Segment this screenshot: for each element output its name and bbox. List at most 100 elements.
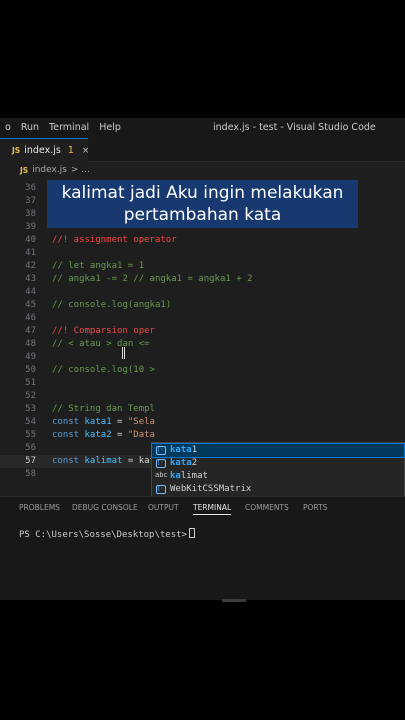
variable-token: kata2 <box>84 430 112 440</box>
code-line[interactable]: 51 <box>0 377 405 390</box>
line-number: 38 <box>25 209 36 219</box>
window-title: index.js - test - Visual Studio Code <box>213 122 376 133</box>
line-number: 57 <box>25 456 36 466</box>
close-icon[interactable]: × <box>82 146 90 156</box>
suggestion-label: WebKitCSSMatrix <box>170 483 251 496</box>
code-text: const kalimat = kat <box>52 455 155 468</box>
keyword-token: const <box>52 430 80 440</box>
caption-line-1: kalimat jadi Aku ingin melakukan <box>61 183 344 203</box>
text-word-icon: abc <box>155 471 168 479</box>
code-line[interactable]: 55 const kata2 = "Data <box>0 429 405 442</box>
string-token: "Data <box>127 430 155 440</box>
keyword-token: const <box>52 417 80 427</box>
line-number: 37 <box>25 196 36 206</box>
code-line[interactable]: 40 //! assignment operator <box>0 234 405 247</box>
tab-debug-console[interactable]: DEBUG CONSOLE <box>72 503 138 512</box>
suggestion-text: WebKitCSSMatrix <box>170 484 252 494</box>
suggestion-item[interactable]: [◦] kata2 <box>152 457 404 470</box>
line-number: 36 <box>25 183 36 193</box>
code-line[interactable]: 52 <box>0 390 405 403</box>
suggestion-rest: limat <box>180 471 208 481</box>
line-number: 40 <box>25 235 36 245</box>
menu-item-run[interactable]: Run <box>16 118 44 138</box>
string-token: "Sela <box>127 417 155 427</box>
terminal[interactable]: PS C:\Users\Sosse\Desktop\test> <box>19 528 195 540</box>
problem-count-badge: 1 <box>67 145 74 156</box>
code-line[interactable]: 44 <box>0 286 405 299</box>
line-number: 58 <box>25 469 36 479</box>
text-cursor-icon <box>122 347 125 359</box>
video-caption: kalimat jadi Aku ingin melakukan pertamb… <box>47 180 358 228</box>
code-line[interactable]: 42 // let angka1 = 1 <box>0 260 405 273</box>
code-text: // console.log(angka1) <box>52 299 171 312</box>
code-line[interactable]: 48 // < atau > dan <= <box>0 338 405 351</box>
code-text: //! assignment operator <box>52 234 177 247</box>
variable-icon: [◦] <box>156 459 167 468</box>
code-line[interactable]: 53 // String dan Templ <box>0 403 405 416</box>
comment-token: // < atau > dan <= <box>52 339 150 349</box>
match-highlight: kata <box>170 458 192 468</box>
comment-token: // console.log(10 > <box>52 365 155 375</box>
line-number: 49 <box>25 352 36 362</box>
code-line[interactable]: 50 // console.log(10 > <box>0 364 405 377</box>
breadcrumb-separator[interactable]: > ... <box>71 165 90 175</box>
comment-token: // angka1 -= 2 // angka1 = angka1 + 2 <box>52 274 253 284</box>
tab-index-js[interactable]: JS index.js 1 × <box>0 138 90 162</box>
terminal-prompt: PS C:\Users\Sosse\Desktop\test> <box>19 530 187 540</box>
javascript-file-icon: JS <box>20 165 29 175</box>
suggestion-item[interactable]: [◦] kata1 <box>151 443 405 458</box>
code-line[interactable]: 43 // angka1 -= 2 // angka1 = angka1 + 2 <box>0 273 405 286</box>
panel-resize-handle[interactable] <box>222 599 246 602</box>
tab-label: index.js <box>24 145 61 156</box>
code-line[interactable]: 45 // console.log(angka1) <box>0 299 405 312</box>
line-number: 47 <box>25 326 36 336</box>
line-number: 45 <box>25 300 36 310</box>
tab-output[interactable]: OUTPUT <box>148 503 179 512</box>
menu-item-go[interactable]: o <box>0 118 16 138</box>
code-line[interactable]: 46 <box>0 312 405 325</box>
code-line[interactable]: 49 <box>0 351 405 364</box>
code-line[interactable]: 47 //! Comparsion oper <box>0 325 405 338</box>
line-number: 56 <box>25 443 36 453</box>
suggestion-rest: 1 <box>191 445 198 455</box>
tab-problems[interactable]: PROBLEMS <box>19 503 60 512</box>
suggestion-rest: 2 <box>191 458 198 468</box>
line-number: 39 <box>25 222 36 232</box>
variable-icon: [◦] <box>156 446 167 455</box>
terminal-cursor <box>188 528 195 538</box>
suggestion-item[interactable]: abc kalimat <box>152 470 404 483</box>
line-number: 52 <box>25 391 36 401</box>
comment-token: // String dan Templ <box>52 404 155 414</box>
breadcrumb-file[interactable]: index.js <box>32 165 67 175</box>
operator-token: = <box>111 430 128 440</box>
line-number: 55 <box>25 430 36 440</box>
line-number: 43 <box>25 274 36 284</box>
suggestion-item[interactable]: [◦] WebKitCSSMatrix <box>152 483 404 496</box>
suggestion-label: kalimat <box>170 470 208 483</box>
suggestion-label: kata2 <box>170 457 197 470</box>
panel-tabs: PROBLEMS DEBUG CONSOLE OUTPUT TERMINAL C… <box>0 497 405 519</box>
comment-token: // let angka1 = 1 <box>52 261 145 271</box>
match-highlight: kata <box>170 445 192 455</box>
tab-ports[interactable]: PORTS <box>303 503 327 512</box>
line-number: 48 <box>25 339 36 349</box>
menu-item-terminal[interactable]: Terminal <box>44 118 94 138</box>
tab-comments[interactable]: COMMENTS <box>245 503 289 512</box>
variable-icon: [◦] <box>156 485 167 494</box>
comment-token: //! assignment operator <box>52 235 177 245</box>
code-line[interactable]: 54 const kata1 = "Sela <box>0 416 405 429</box>
code-line[interactable]: 41 <box>0 247 405 260</box>
code-text: const kata1 = "Sela <box>52 416 155 429</box>
code-text: //! Comparsion oper <box>52 325 155 338</box>
line-number: 50 <box>25 365 36 375</box>
tab-terminal[interactable]: TERMINAL <box>193 503 232 515</box>
line-number: 46 <box>25 313 36 323</box>
code-text: // let angka1 = 1 <box>52 260 144 273</box>
menu-item-help[interactable]: Help <box>94 118 126 138</box>
code-text: const kata2 = "Data <box>52 429 155 442</box>
variable-token: kalimat <box>84 456 123 466</box>
line-number: 41 <box>25 248 36 258</box>
operator-token: = <box>111 417 128 427</box>
line-number: 51 <box>25 378 36 388</box>
code-text: // console.log(10 > <box>52 364 155 377</box>
